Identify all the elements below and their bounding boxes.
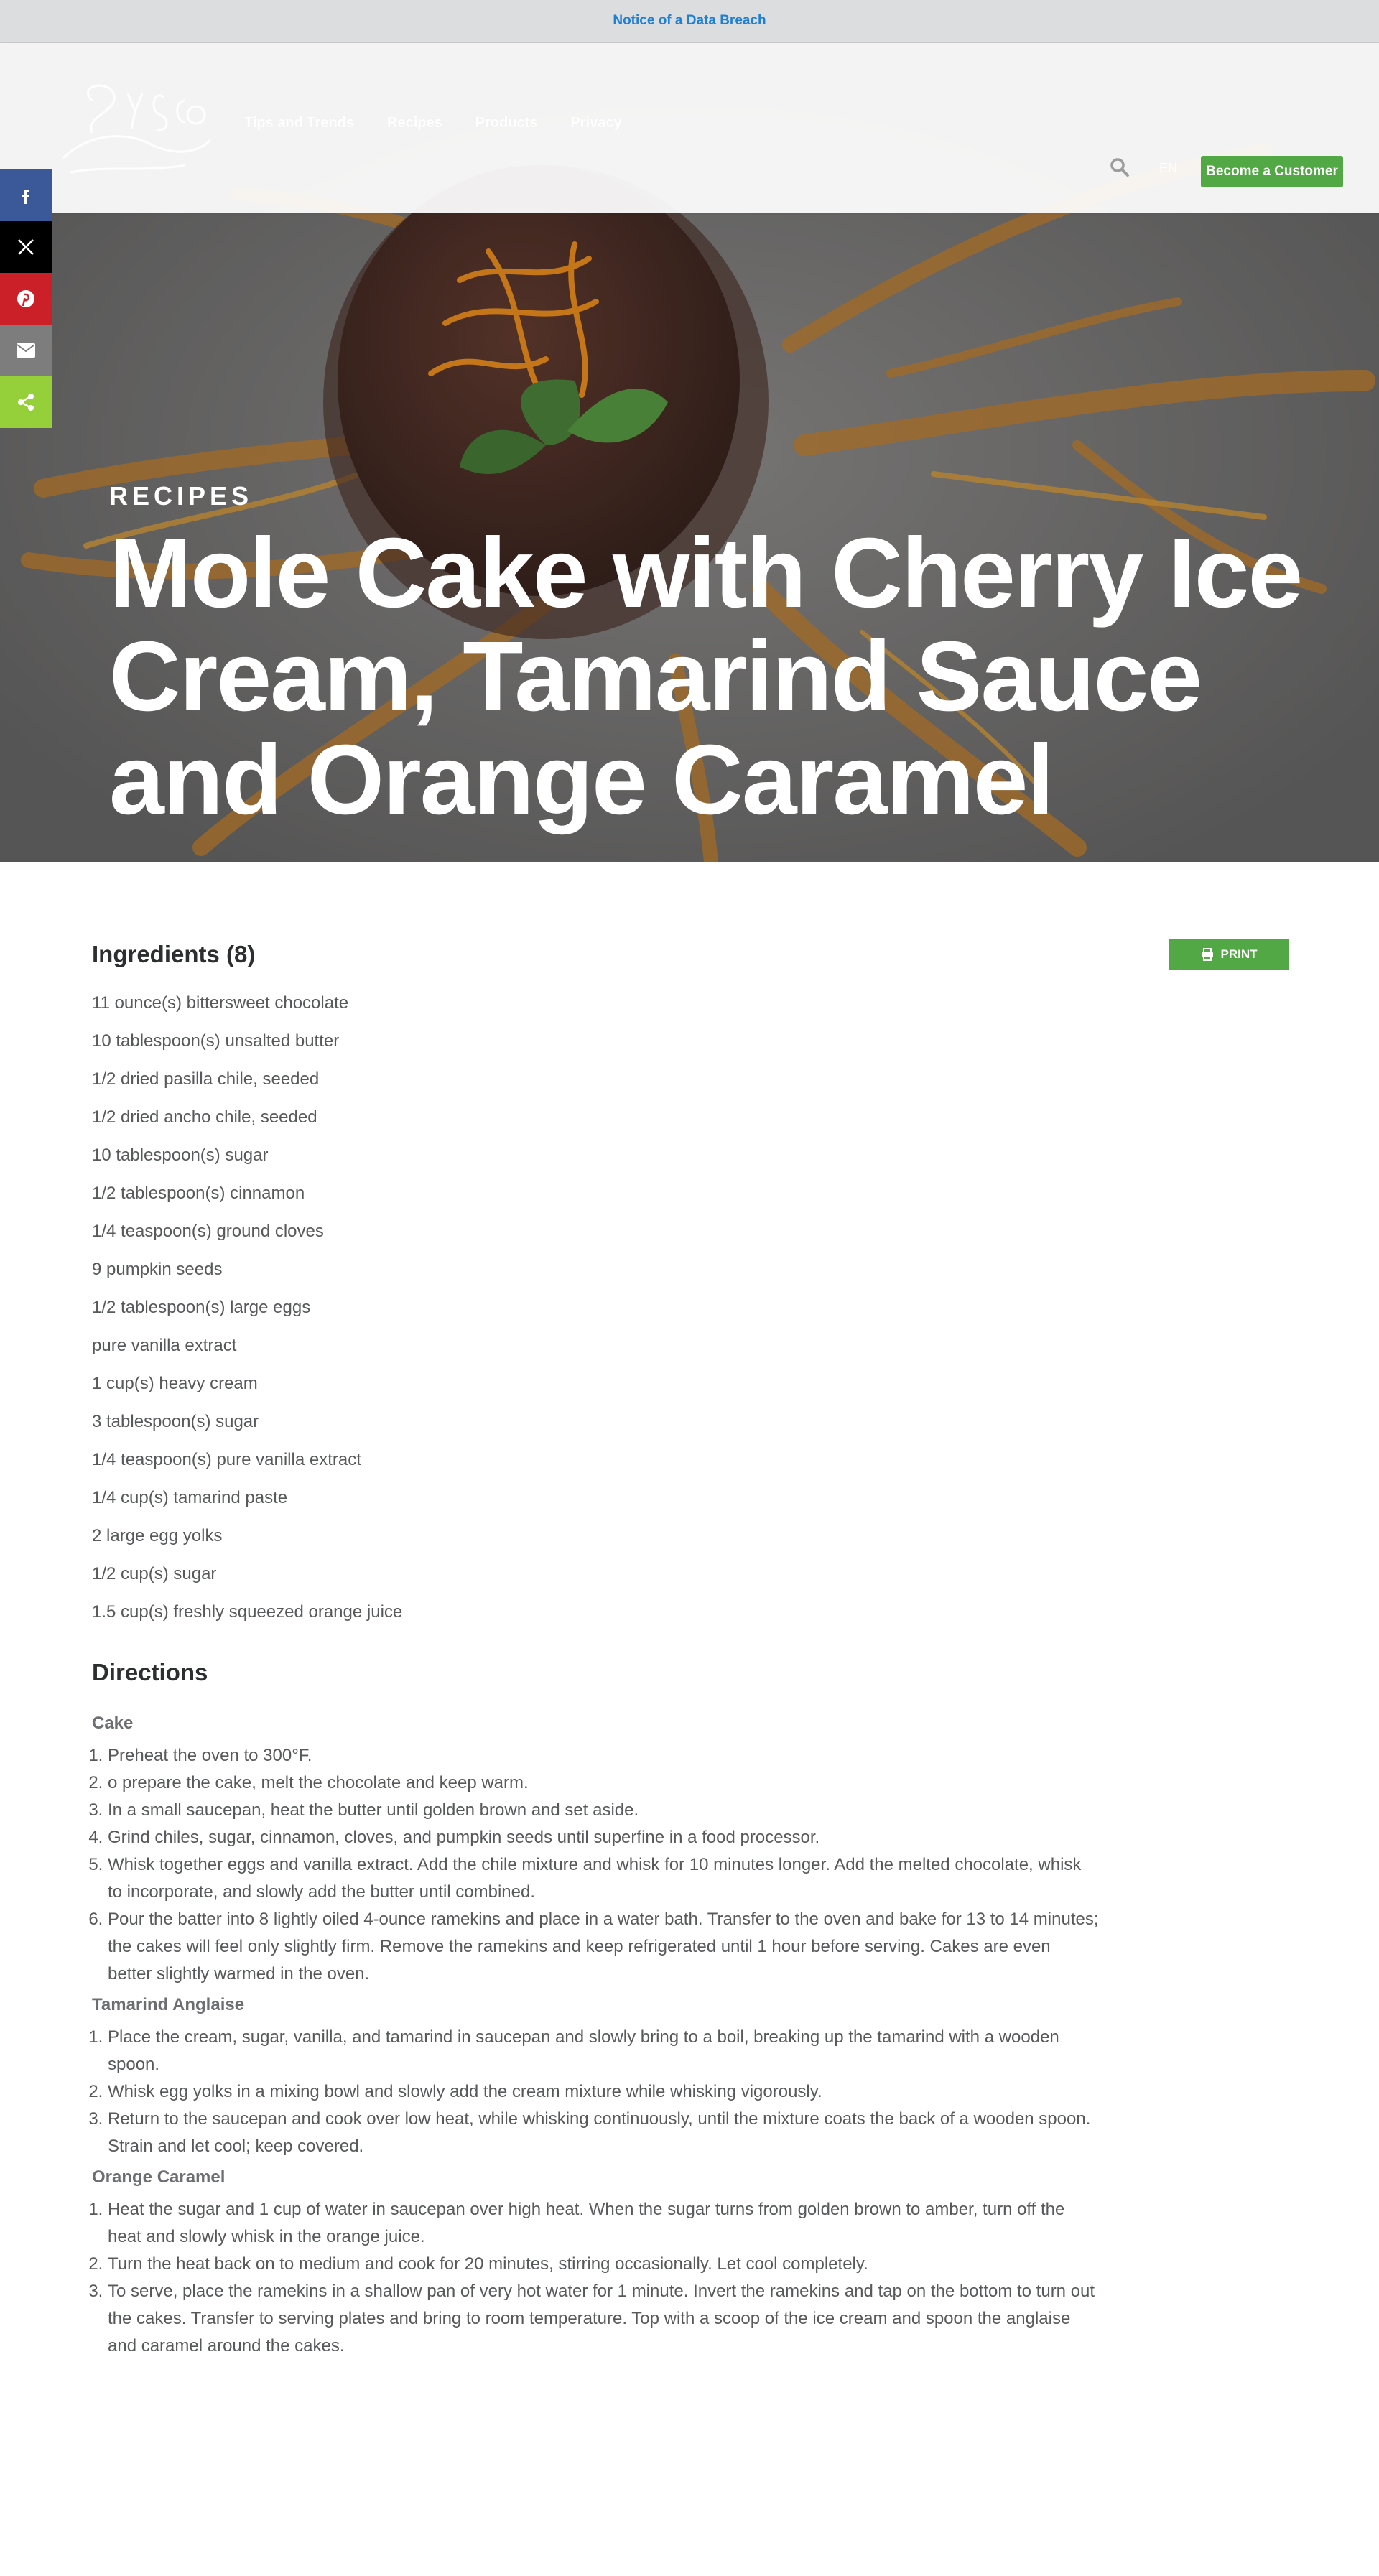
x-share-button[interactable] [0, 221, 52, 273]
ingredients-heading: Ingredients (8) [92, 941, 256, 967]
ingredient-item: 1/2 tablespoon(s) cinnamon [92, 1184, 305, 1203]
sysco-logo[interactable] [42, 72, 214, 187]
ingredient-item: 1/4 teaspoon(s) pure vanilla extract [92, 1450, 361, 1469]
share-button[interactable] [0, 376, 52, 428]
step-item: Grind chiles, sugar, cinnamon, cloves, a… [108, 1824, 1099, 1851]
pinterest-icon [17, 290, 34, 307]
step-item: Turn the heat back on to medium and cook… [108, 2251, 1099, 2278]
ingredient-item: 11 ounce(s) bittersweet chocolate [92, 993, 349, 1013]
language-selector[interactable]: EN [1159, 161, 1177, 176]
ingredients-list: 11 ounce(s) bittersweet chocolate 10 tab… [92, 991, 402, 1638]
nav-item-products[interactable]: Products [475, 115, 538, 131]
step-item: Return to the saucepan and cook over low… [108, 2106, 1099, 2160]
ingredient-item: 1/2 cup(s) sugar [92, 1564, 217, 1584]
nav-item-privacy[interactable]: Privacy [570, 115, 621, 131]
step-item: Preheat the oven to 300°F. [108, 1742, 1099, 1770]
step-item: In a small saucepan, heat the butter unt… [108, 1797, 1099, 1824]
step-item: o prepare the cake, melt the chocolate a… [108, 1770, 1099, 1797]
section-title-orange-caramel: Orange Caramel [92, 2167, 226, 2187]
become-a-customer-button[interactable]: Become a Customer [1201, 156, 1343, 187]
section-title-tamarind-anglaise: Tamarind Anglaise [92, 1995, 245, 2014]
print-icon [1201, 948, 1213, 961]
step-item: To serve, place the ramekins in a shallo… [108, 2278, 1099, 2360]
print-button[interactable]: PRINT [1169, 939, 1289, 970]
step-item: Pour the batter into 8 lightly oiled 4-o… [108, 1906, 1099, 1988]
ingredient-item: 9 pumpkin seeds [92, 1260, 223, 1279]
facebook-icon [22, 190, 29, 204]
nav-item-tips-and-trends[interactable]: Tips and Trends [244, 115, 354, 131]
hero-text: RECIPES Mole Cake with Cherry Ice Cream,… [109, 481, 1330, 832]
pinterest-share-button[interactable] [0, 273, 52, 325]
notice-bar: Notice of a Data Breach [0, 0, 1379, 43]
ingredient-item: 1/2 dried ancho chile, seeded [92, 1107, 317, 1127]
step-item: Heat the sugar and 1 cup of water in sau… [108, 2196, 1099, 2251]
print-label: PRINT [1220, 947, 1258, 961]
ingredient-item: 1/4 teaspoon(s) ground cloves [92, 1222, 324, 1241]
ingredient-item: 2 large egg yolks [92, 1526, 223, 1545]
hero-eyebrow: RECIPES [109, 481, 254, 511]
ingredient-item: 10 tablespoon(s) sugar [92, 1145, 269, 1165]
step-item: Whisk together eggs and vanilla extract.… [108, 1851, 1099, 1906]
ingredient-item: pure vanilla extract [92, 1336, 237, 1355]
facebook-share-button[interactable] [0, 169, 52, 221]
ingredient-item: 1 cup(s) heavy cream [92, 1374, 258, 1393]
nav-item-recipes[interactable]: Recipes [387, 115, 442, 131]
orange-caramel-steps: Heat the sugar and 1 cup of water in sau… [92, 2196, 1099, 2360]
ingredient-item: 1/2 tablespoon(s) large eggs [92, 1298, 311, 1317]
x-icon [18, 239, 34, 255]
data-breach-notice-link[interactable]: Notice of a Data Breach [613, 13, 766, 29]
cake-steps: Preheat the oven to 300°F. o prepare the… [92, 1742, 1099, 1988]
ingredient-item: 1.5 cup(s) freshly squeezed orange juice [92, 1602, 403, 1622]
main-nav: Tips and Trends Recipes Products Privacy [244, 115, 622, 131]
share-icon [18, 394, 34, 411]
search-icon[interactable] [1109, 157, 1130, 178]
tamarind-anglaise-steps: Place the cream, sugar, vanilla, and tam… [92, 2024, 1099, 2160]
directions-body: Cake Preheat the oven to 300°F. o prepar… [92, 1714, 1169, 2360]
step-item: Whisk egg yolks in a mixing bowl and slo… [108, 2078, 1099, 2106]
ingredient-item: 1/2 dried pasilla chile, seeded [92, 1069, 320, 1089]
ingredient-item: 3 tablespoon(s) sugar [92, 1412, 259, 1431]
section-title-cake: Cake [92, 1714, 134, 1733]
step-item: Place the cream, sugar, vanilla, and tam… [108, 2024, 1099, 2078]
email-icon [17, 343, 35, 358]
site-header: Tips and Trends Recipes Products Privacy… [0, 43, 1379, 213]
directions-heading: Directions [92, 1659, 208, 1685]
ingredient-item: 10 tablespoon(s) unsalted butter [92, 1031, 340, 1051]
email-share-button[interactable] [0, 325, 52, 376]
ingredient-item: 1/4 cup(s) tamarind paste [92, 1488, 288, 1507]
page-title: Mole Cake with Cherry Ice Cream, Tamarin… [109, 518, 1303, 835]
